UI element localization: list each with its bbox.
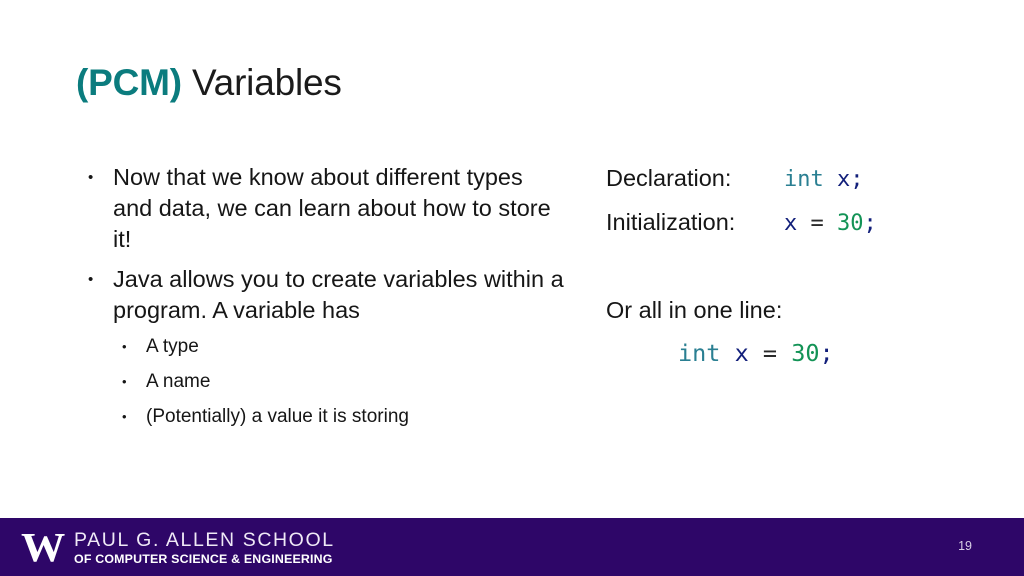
bullet-text: Now that we know about different types a…	[113, 164, 551, 252]
list-item: Now that we know about different types a…	[80, 162, 566, 255]
sub-bullet-text: A name	[146, 371, 211, 392]
list-item: A type	[113, 330, 566, 363]
code-token-punctuation: ;	[819, 339, 834, 367]
sub-bullet-text: A type	[146, 336, 199, 357]
code-token-operator: =	[748, 339, 792, 367]
allen-school-logo: W PAUL G. ALLEN SCHOOL OF COMPUTER SCIEN…	[21, 527, 335, 568]
code-token-keyword: int	[678, 339, 721, 367]
school-wordmark: PAUL G. ALLEN SCHOOL OF COMPUTER SCIENCE…	[74, 529, 335, 567]
code-token-number: 30	[837, 211, 864, 236]
left-content-column: Now that we know about different types a…	[80, 162, 566, 442]
code-token-keyword: int	[784, 167, 824, 192]
code-token-variable: x	[784, 211, 798, 236]
initialization-code: x = 30;	[784, 207, 877, 240]
code-token-number: 30	[791, 339, 820, 367]
code-token-punctuation: ;	[850, 167, 864, 192]
code-token-operator: =	[797, 211, 837, 236]
code-token-variable: x	[734, 339, 749, 367]
code-token-variable: x	[837, 167, 851, 192]
school-name-line2: OF COMPUTER SCIENCE & ENGINEERING	[74, 551, 333, 566]
code-token-punctuation: ;	[863, 211, 877, 236]
uw-w-icon: W	[21, 524, 65, 570]
school-name-line1: PAUL G. ALLEN SCHOOL	[74, 528, 335, 551]
list-item: (Potentially) a value it is storing	[113, 400, 566, 433]
slide-canvas: (PCM) Variables Now that we know about d…	[0, 0, 1024, 576]
initialization-row: Initialization: x = 30;	[606, 206, 996, 240]
footer-bar: W PAUL G. ALLEN SCHOOL OF COMPUTER SCIEN…	[0, 518, 1024, 576]
bullet-list: Now that we know about different types a…	[80, 162, 566, 434]
right-content-column: Declaration: int x; Initialization: x = …	[606, 162, 996, 371]
list-item: Java allows you to create variables with…	[80, 264, 566, 434]
oneline-label: Or all in one line:	[606, 297, 783, 323]
page-number: 19	[958, 539, 972, 553]
page-title: (PCM) Variables	[76, 60, 342, 106]
declaration-row: Declaration: int x;	[606, 162, 996, 196]
vertical-spacer	[606, 250, 996, 294]
sub-bullet-text: (Potentially) a value it is storing	[146, 406, 409, 427]
declaration-label: Declaration:	[606, 165, 732, 191]
oneline-code-row: int x = 30;	[606, 335, 996, 371]
list-item: A name	[113, 365, 566, 398]
bullet-text: Java allows you to create variables with…	[113, 266, 564, 323]
title-plain: Variables	[181, 62, 342, 103]
sub-bullet-list: A type A name (Potentially) a value it i…	[113, 330, 566, 433]
title-accent: (PCM)	[76, 62, 182, 103]
declaration-code: int x;	[784, 163, 864, 196]
initialization-label: Initialization:	[606, 209, 736, 235]
oneline-code: int x = 30;	[678, 339, 834, 367]
